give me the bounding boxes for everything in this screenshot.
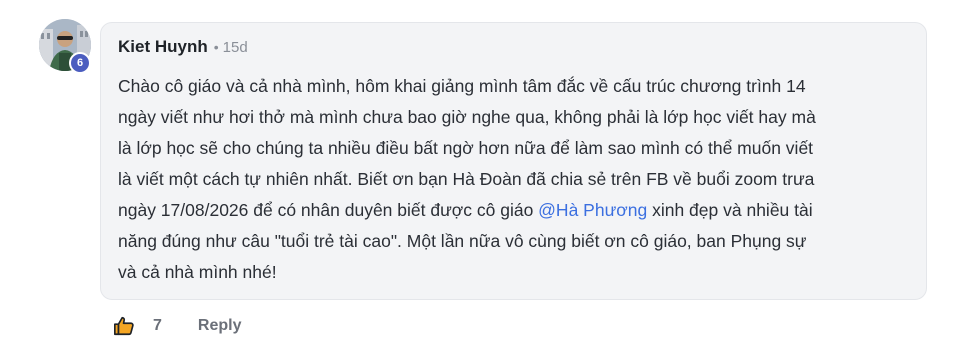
- comment-actions: 7 Reply: [113, 314, 241, 338]
- meta-separator: •: [213, 39, 219, 55]
- reply-button[interactable]: Reply: [198, 317, 242, 335]
- comment-text-part-1: Chào cô giáo và cả nhà mình, hôm khai gi…: [118, 76, 816, 220]
- like-count: 7: [153, 317, 162, 334]
- comment-meta: Kiet Huynh • 15d: [118, 37, 908, 63]
- level-badge: 6: [69, 52, 91, 74]
- comment-bubble: Kiet Huynh • 15d Chào cô giáo và cả nhà …: [100, 22, 927, 300]
- thumbs-up-icon[interactable]: [113, 315, 135, 337]
- user-mention-link[interactable]: @Hà Phương: [538, 200, 647, 220]
- comment-timestamp[interactable]: 15d: [223, 39, 248, 56]
- comment-text: Chào cô giáo và cả nhà mình, hôm khai gi…: [118, 71, 908, 288]
- author-name[interactable]: Kiet Huynh: [118, 37, 208, 57]
- author-avatar-container[interactable]: 6: [39, 19, 95, 75]
